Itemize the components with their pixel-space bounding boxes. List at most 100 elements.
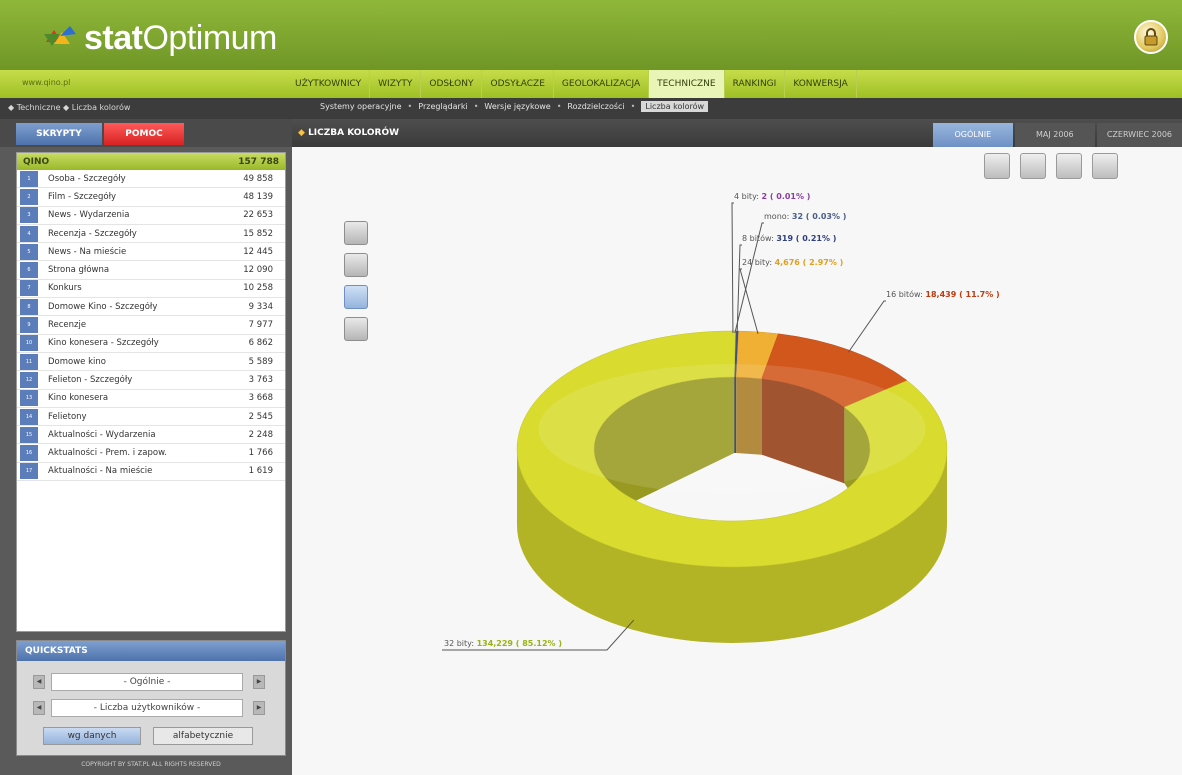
page-name: Konkurs	[48, 283, 82, 294]
logout-lock-button[interactable]	[1134, 20, 1168, 54]
nav-item[interactable]: KONWERSJA	[785, 70, 857, 98]
separator: •	[556, 102, 562, 111]
page-name: Recenzja - Szczegóły	[48, 228, 137, 239]
list-item[interactable]: 10 Kino konesera - Szczegóły 6 862	[17, 335, 285, 353]
page-value: 3 668	[248, 393, 273, 404]
slice-label-value: 32 ( 0.03% )	[792, 212, 847, 221]
list-item[interactable]: 15 Aktualności - Wydarzenia 2 248	[17, 426, 285, 445]
page-name: Recenzje	[48, 320, 87, 331]
sort-alpha-button[interactable]: alfabetycznie	[153, 727, 253, 745]
list-item[interactable]: 16 Aktualności - Prem. i zapow. 1 766	[17, 444, 285, 463]
chart-gloss	[538, 364, 926, 494]
sub-nav-link[interactable]: Rozdzielczości	[567, 102, 624, 111]
separator: •	[473, 102, 479, 111]
page-value: 49 858	[243, 173, 273, 184]
page-value: 1 766	[248, 448, 273, 459]
rank-badge: 11	[20, 353, 38, 370]
page-name: Aktualności - Wydarzenia	[48, 429, 156, 440]
left-panel: SKRYPTY POMOC QINO 157 788 1 Osoba - Szcz…	[0, 119, 292, 775]
slice-label-value: 134,229 ( 85.12% )	[477, 639, 562, 648]
nav-item[interactable]: TECHNICZNE	[649, 70, 725, 98]
site-total: 157 788	[238, 156, 279, 167]
sub-nav-link[interactable]: Przeglądarki	[418, 102, 467, 111]
page-value: 9 334	[248, 301, 273, 312]
list-item[interactable]: 6 Strona główna 12 090	[17, 261, 285, 280]
rank-badge: 15	[20, 426, 38, 443]
site-url[interactable]: www.qino.pl	[22, 78, 70, 87]
list-item[interactable]: 14 Felietony 2 545	[17, 408, 285, 427]
next-arrow-icon[interactable]: ▶	[253, 675, 265, 689]
tab-scripts[interactable]: SKRYPTY	[16, 123, 102, 145]
page-value: 48 139	[243, 191, 273, 202]
quickstats-row-2: ◀ - Liczba użytkowników - ▶	[29, 699, 275, 717]
prev-arrow-icon[interactable]: ◀	[33, 675, 45, 689]
page-name: Osoba - Szczegóły	[48, 173, 126, 184]
list-item[interactable]: 12 Felieton - Szczegóły 3 763	[17, 371, 285, 390]
rank-badge: 9	[20, 317, 38, 334]
page-name: News - Wydarzenia	[48, 210, 130, 221]
slice-label-value: 2 ( 0.01% )	[761, 192, 810, 201]
slice-label-name: 32 bity:	[444, 639, 477, 648]
list-item[interactable]: 1 Osoba - Szczegóły 49 858	[17, 170, 285, 189]
sub-nav-link[interactable]: Liczba kolorów	[641, 101, 709, 112]
page-value: 2 248	[248, 429, 273, 440]
page-name: Felietony	[48, 411, 87, 422]
tab-help[interactable]: POMOC	[104, 123, 184, 145]
list-item[interactable]: 7 Konkurs 10 258	[17, 280, 285, 299]
page-value: 5 589	[248, 356, 273, 367]
page-value: 10 258	[243, 283, 273, 294]
nav-item[interactable]: RANKINGI	[725, 70, 786, 98]
list-item[interactable]: 17 Aktualności - Na mieście 1 619	[17, 463, 285, 482]
list-item[interactable]: 9 Recenzje 7 977	[17, 316, 285, 335]
list-item[interactable]: 2 Film - Szczegóły 48 139	[17, 188, 285, 207]
rank-badge: 14	[20, 408, 38, 425]
main-nav: www.qino.pl UŻYTKOWNICY WIZYTY ODSŁONY ODSY…	[0, 70, 1182, 98]
page-value: 7 977	[248, 320, 273, 331]
slice-label: 32 bity: 134,229 ( 85.12% )	[444, 639, 562, 648]
page-name: Kino konesera	[48, 393, 109, 404]
nav-menu: UŻYTKOWNICY WIZYTY ODSŁONY ODSYŁACZE GEOLOKA…	[287, 70, 857, 98]
leader-line	[847, 300, 886, 353]
quickstats-select-1[interactable]: - Ogólnie -	[51, 673, 243, 691]
nav-item[interactable]: ODSYŁACZE	[482, 70, 554, 98]
sub-nav: ◆ Techniczne ◆ Liczba kolorów Systemy op…	[0, 98, 1182, 119]
site-name: QINO	[23, 156, 50, 167]
sub-nav-link[interactable]: Systemy operacyjne	[320, 102, 402, 111]
pages-list: QINO 157 788 1 Osoba - Szczegóły 49 858 2 Fi…	[16, 152, 286, 632]
nav-item[interactable]: WIZYTY	[370, 70, 422, 98]
slice-label-name: 4 bity:	[734, 192, 761, 201]
slice-label-value: 4,676 ( 2.97% )	[775, 258, 844, 267]
breadcrumb: ◆ Techniczne ◆ Liczba kolorów	[8, 103, 131, 112]
rank-badge: 1	[20, 170, 38, 187]
page-name: Strona główna	[48, 265, 110, 276]
rank-badge: 2	[20, 188, 38, 205]
list-item[interactable]: 11 Domowe kino 5 589	[17, 353, 285, 372]
prev-arrow-icon[interactable]: ◀	[33, 701, 45, 715]
page-value: 1 619	[248, 466, 273, 477]
header: statOptimum	[0, 0, 1182, 70]
quickstats-panel: QUICKSTATS ◀ - Ogólnie - ▶ ◀ - Liczba uż…	[16, 640, 286, 756]
slice-label-name: 8 bitów:	[742, 233, 776, 243]
rank-badge: 3	[20, 207, 38, 224]
page-value: 3 763	[248, 374, 273, 385]
quickstats-select-2[interactable]: - Liczba użytkowników -	[51, 699, 243, 717]
list-item[interactable]: 5 News - Na mieście 12 445	[17, 243, 285, 262]
nav-item[interactable]: ODSŁONY	[421, 70, 483, 98]
sub-nav-link[interactable]: Wersje językowe	[484, 102, 550, 111]
list-item[interactable]: 8 Domowe Kino - Szczegóły 9 334	[17, 298, 285, 317]
list-item[interactable]: 13 Kino konesera 3 668	[17, 390, 285, 408]
logo-icon	[44, 26, 76, 46]
site-header-row[interactable]: QINO 157 788	[17, 153, 285, 170]
list-item[interactable]: 4 Recenzja - Szczegóły 15 852	[17, 225, 285, 244]
logo[interactable]: statOptimum	[40, 18, 277, 58]
page-name: Felieton - Szczegóły	[48, 374, 133, 385]
sort-by-data-button[interactable]: wg danych	[43, 727, 141, 745]
slice-label-value: 319 ( 0.21% )	[776, 234, 836, 243]
next-arrow-icon[interactable]: ▶	[253, 701, 265, 715]
nav-item[interactable]: UŻYTKOWNICY	[287, 70, 371, 98]
logo-text: statOptimum	[84, 18, 277, 57]
rank-badge: 5	[20, 243, 38, 260]
list-item[interactable]: 3 News - Wydarzenia 22 653	[17, 207, 285, 225]
nav-item[interactable]: GEOLOKALIZACJA	[554, 70, 650, 98]
page-value: 12 090	[243, 265, 273, 276]
